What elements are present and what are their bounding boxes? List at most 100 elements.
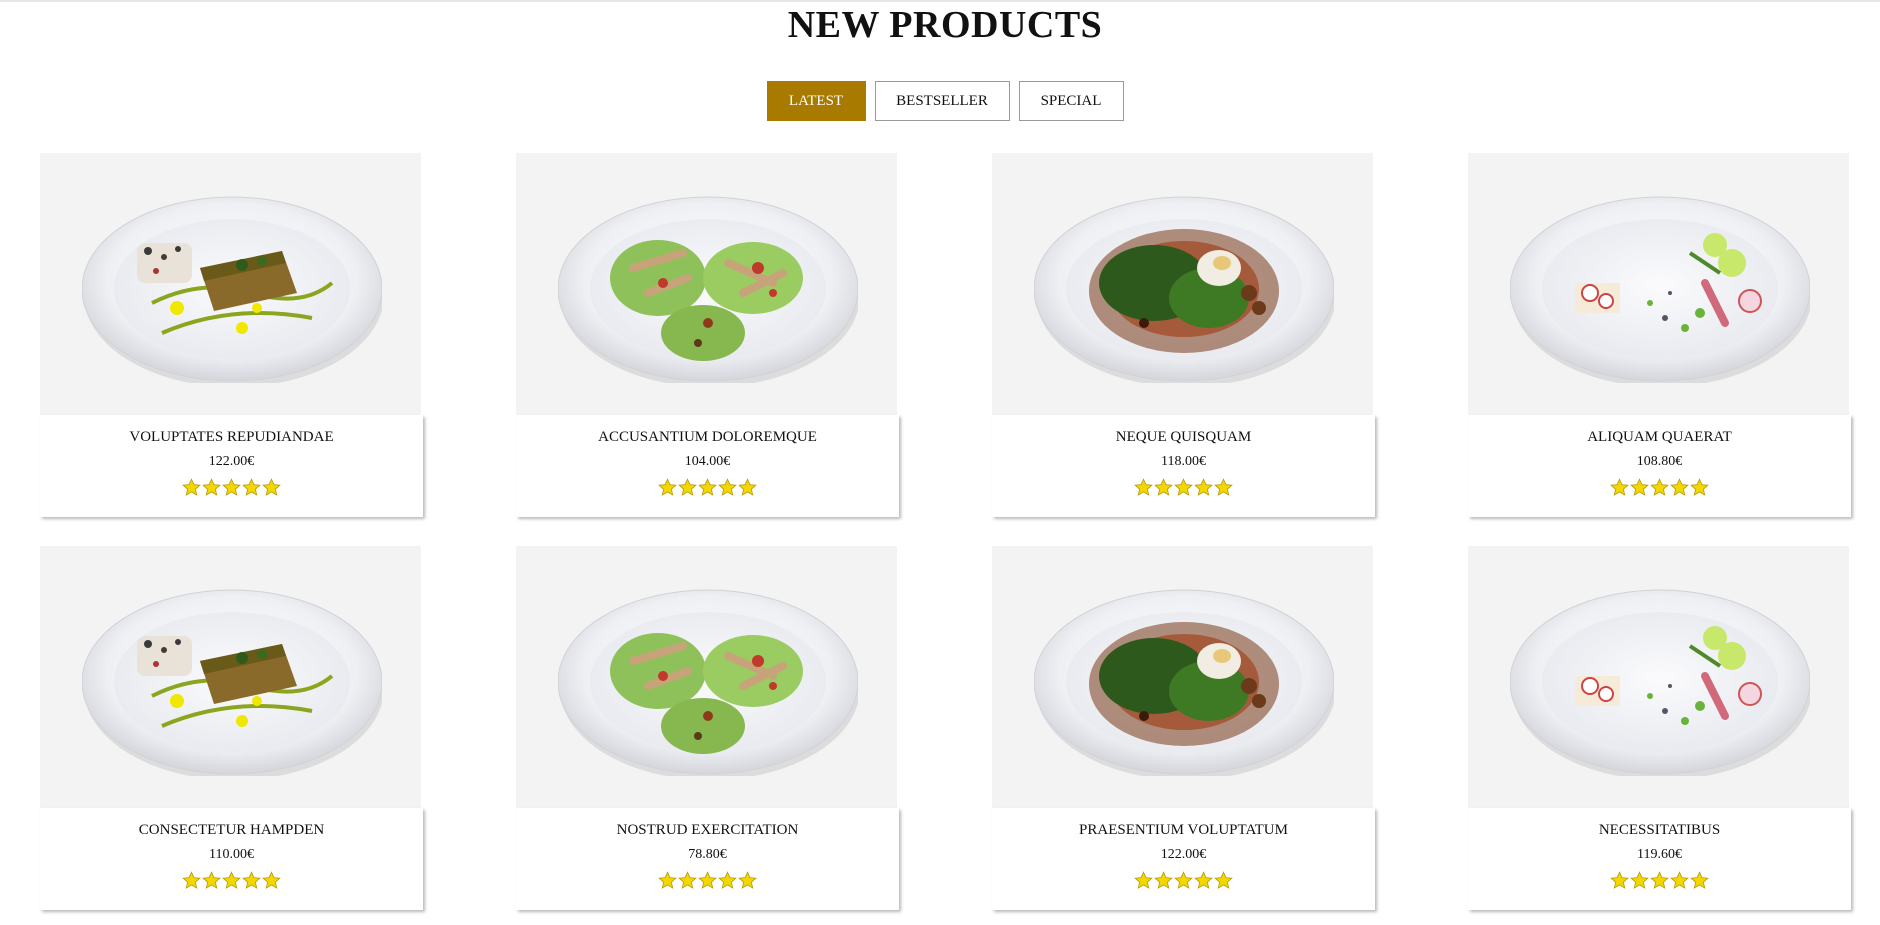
rating-stars xyxy=(516,471,899,497)
product-image[interactable] xyxy=(992,153,1373,415)
star-icon xyxy=(182,871,201,889)
star-icon xyxy=(1134,478,1153,496)
rating-stars xyxy=(992,864,1375,890)
dish-illustration xyxy=(1510,589,1810,776)
product-price: 104.00€ xyxy=(684,454,731,469)
product-info: CONSECTETUR HAMPDEN 110.00€ xyxy=(40,808,423,910)
dish-illustration xyxy=(1034,589,1334,776)
product-image[interactable] xyxy=(40,546,421,808)
product-name[interactable]: CONSECTETUR HAMPDEN xyxy=(40,808,423,840)
product-name[interactable]: NOSTRUD EXERCITATION xyxy=(516,808,899,840)
product-price: 122.00€ xyxy=(208,454,255,469)
rating-stars xyxy=(40,864,423,890)
star-icon xyxy=(678,478,697,496)
star-icon xyxy=(698,478,717,496)
product-info: PRAESENTIUM VOLUPTATUM 122.00€ xyxy=(992,808,1375,910)
rating-stars xyxy=(1468,471,1851,497)
product-name[interactable]: NECESSITATIBUS xyxy=(1468,808,1851,840)
product-price: 119.60€ xyxy=(1637,847,1682,862)
product-name[interactable]: NEQUE QUISQUAM xyxy=(992,415,1375,447)
star-icon xyxy=(738,478,757,496)
rating-stars xyxy=(1468,864,1851,890)
product-card[interactable]: PRAESENTIUM VOLUPTATUM 122.00€ xyxy=(992,546,1375,910)
star-icon xyxy=(1670,871,1689,889)
star-icon xyxy=(1610,478,1629,496)
star-icon xyxy=(1194,478,1213,496)
tab-bestseller[interactable]: BESTSELLER xyxy=(874,81,1010,121)
star-icon xyxy=(202,871,221,889)
star-icon xyxy=(1650,478,1669,496)
star-icon xyxy=(1214,478,1233,496)
star-icon xyxy=(242,478,261,496)
product-card[interactable]: NOSTRUD EXERCITATION 78.80€ xyxy=(516,546,899,910)
product-price: 78.80€ xyxy=(688,847,727,862)
star-icon xyxy=(222,871,241,889)
product-info: NECESSITATIBUS 119.60€ xyxy=(1468,808,1851,910)
product-name[interactable]: ACCUSANTIUM DOLOREMQUE xyxy=(516,415,899,447)
dish-illustration xyxy=(558,589,858,776)
product-image[interactable] xyxy=(1468,153,1849,415)
star-icon xyxy=(1174,478,1193,496)
product-image[interactable] xyxy=(40,153,421,415)
product-card[interactable]: ALIQUAM QUAERAT 108.80€ xyxy=(1468,153,1851,517)
product-info: NOSTRUD EXERCITATION 78.80€ xyxy=(516,808,899,910)
star-icon xyxy=(222,478,241,496)
rating-stars xyxy=(516,864,899,890)
star-icon xyxy=(1610,871,1629,889)
product-image[interactable] xyxy=(516,546,897,808)
product-image[interactable] xyxy=(992,546,1373,808)
product-card[interactable]: ACCUSANTIUM DOLOREMQUE 104.00€ xyxy=(516,153,899,517)
star-icon xyxy=(1690,478,1709,496)
star-icon xyxy=(182,478,201,496)
star-icon xyxy=(1134,871,1153,889)
product-price: 122.00€ xyxy=(1160,847,1207,862)
product-price: 110.00€ xyxy=(209,847,254,862)
product-image[interactable] xyxy=(516,153,897,415)
rating-stars xyxy=(40,471,423,497)
product-info: ALIQUAM QUAERAT 108.80€ xyxy=(1468,415,1851,517)
star-icon xyxy=(1154,478,1173,496)
product-card[interactable]: VOLUPTATES REPUDIANDAE 122.00€ xyxy=(40,153,423,517)
star-icon xyxy=(1194,871,1213,889)
star-icon xyxy=(1630,871,1649,889)
product-tabs: LATEST BESTSELLER SPECIAL xyxy=(0,81,1880,121)
section-title: NEW PRODUCTS xyxy=(787,4,1103,46)
product-price: 108.80€ xyxy=(1636,454,1683,469)
tab-special[interactable]: SPECIAL xyxy=(1018,81,1124,121)
product-price: 118.00€ xyxy=(1161,454,1206,469)
tab-latest[interactable]: LATEST xyxy=(766,81,866,121)
star-icon xyxy=(262,478,281,496)
star-icon xyxy=(1154,871,1173,889)
star-icon xyxy=(698,871,717,889)
dish-illustration xyxy=(1034,196,1334,383)
product-card[interactable]: NEQUE QUISQUAM 118.00€ xyxy=(992,153,1375,517)
star-icon xyxy=(718,478,737,496)
star-icon xyxy=(242,871,261,889)
product-name[interactable]: VOLUPTATES REPUDIANDAE xyxy=(40,415,423,447)
product-card[interactable]: NECESSITATIBUS 119.60€ xyxy=(1468,546,1851,910)
star-icon xyxy=(738,871,757,889)
product-card[interactable]: CONSECTETUR HAMPDEN 110.00€ xyxy=(40,546,423,910)
product-info: VOLUPTATES REPUDIANDAE 122.00€ xyxy=(40,415,423,517)
dish-illustration xyxy=(82,589,382,776)
star-icon xyxy=(718,871,737,889)
product-grid: VOLUPTATES REPUDIANDAE 122.00€ ACCUSANTI… xyxy=(40,153,1852,910)
product-info: ACCUSANTIUM DOLOREMQUE 104.00€ xyxy=(516,415,899,517)
star-icon xyxy=(658,871,677,889)
star-icon xyxy=(1174,871,1193,889)
product-image[interactable] xyxy=(1468,546,1849,808)
star-icon xyxy=(1630,478,1649,496)
star-icon xyxy=(202,478,221,496)
dish-illustration xyxy=(1510,196,1810,383)
star-icon xyxy=(1214,871,1233,889)
star-icon xyxy=(678,871,697,889)
star-icon xyxy=(1670,478,1689,496)
star-icon xyxy=(658,478,677,496)
product-name[interactable]: PRAESENTIUM VOLUPTATUM xyxy=(992,808,1375,840)
dish-illustration xyxy=(82,196,382,383)
star-icon xyxy=(1690,871,1709,889)
product-name[interactable]: ALIQUAM QUAERAT xyxy=(1468,415,1851,447)
dish-illustration xyxy=(558,196,858,383)
star-icon xyxy=(1650,871,1669,889)
rating-stars xyxy=(992,471,1375,497)
